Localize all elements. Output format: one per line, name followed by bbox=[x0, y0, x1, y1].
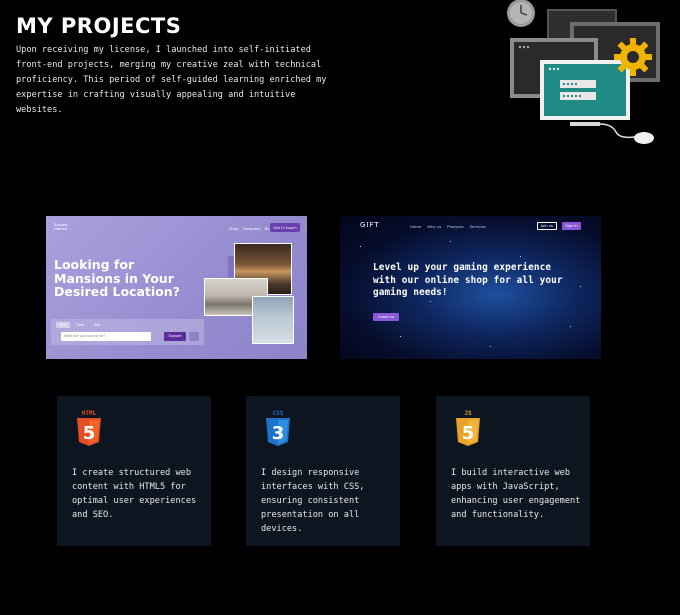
sign-in-button: Sign in bbox=[562, 222, 581, 230]
nav-item: Shop bbox=[229, 226, 239, 231]
nav-item: Home bbox=[410, 224, 422, 229]
css3-icon: CSS 3 bbox=[266, 410, 290, 446]
explore-button: Explore bbox=[164, 332, 186, 341]
come-on-button: Come on bbox=[373, 313, 399, 321]
nav-item: Products bbox=[447, 224, 464, 229]
gear-icon bbox=[614, 38, 652, 76]
badge-label: JS bbox=[464, 410, 472, 417]
nav-item: Why us bbox=[427, 224, 442, 229]
project-logo: GIFT bbox=[360, 221, 380, 229]
logo-line: Homes bbox=[54, 226, 68, 231]
search-tabs: Buy Rent Sell bbox=[56, 322, 106, 328]
tab-buy: Buy bbox=[56, 322, 71, 328]
get-in-touch-button: Get in touch bbox=[270, 223, 300, 232]
badge-digit: 5 bbox=[462, 423, 475, 444]
html5-icon: HTML 5 bbox=[77, 410, 101, 446]
tab-sell: Sell bbox=[94, 323, 101, 327]
search-panel: Buy Rent Sell What are you looking for? Ex… bbox=[51, 319, 204, 345]
intro-paragraph: Upon receiving my license, I launched in… bbox=[16, 45, 327, 115]
badge-digit: 5 bbox=[83, 423, 96, 444]
project-logo: Square Homes bbox=[54, 223, 67, 231]
skill-card-css: CSS 3 I design responsive interfaces wit… bbox=[246, 396, 400, 546]
tab-rent: Rent bbox=[76, 323, 85, 327]
join-us-button: Join us bbox=[537, 222, 557, 230]
skill-card-js: JS 5 I build interactive web apps with J… bbox=[436, 396, 590, 546]
bathroom-photo bbox=[252, 296, 294, 344]
skill-description: I build interactive web apps with JavaSc… bbox=[451, 468, 581, 520]
project-heading: Level up your gaming experience with our… bbox=[373, 262, 563, 298]
computer-screens-illustration bbox=[507, 0, 660, 144]
project-card-gift[interactable]: GIFT Home Why us Products Services Join us … bbox=[340, 216, 601, 359]
nav-item: Company bbox=[242, 226, 261, 231]
badge-label: CSS bbox=[273, 410, 284, 417]
project-nav: Shop Company Buy bbox=[229, 226, 276, 231]
badge-label: HTML bbox=[82, 410, 97, 417]
js-icon: JS 5 bbox=[456, 410, 480, 446]
search-icon bbox=[189, 332, 199, 341]
project-nav: Home Why us Products Services bbox=[410, 224, 492, 229]
project-card-square-homes[interactable]: Square Homes Shop Company Buy Get in touch… bbox=[46, 216, 307, 359]
skill-card-html: HTML 5 I create structured web content w… bbox=[57, 396, 211, 546]
search-input: What are you looking for? bbox=[61, 332, 151, 341]
nav-item: Services bbox=[469, 224, 486, 229]
project-heading: Looking for Mansions in Your Desired Loc… bbox=[54, 257, 180, 299]
badge-digit: 3 bbox=[272, 423, 285, 444]
page-title: MY PROJECTS bbox=[16, 14, 182, 38]
skill-description: I create structured web content with HTM… bbox=[72, 468, 197, 520]
skill-description: I design responsive interfaces with CSS,… bbox=[261, 468, 365, 534]
